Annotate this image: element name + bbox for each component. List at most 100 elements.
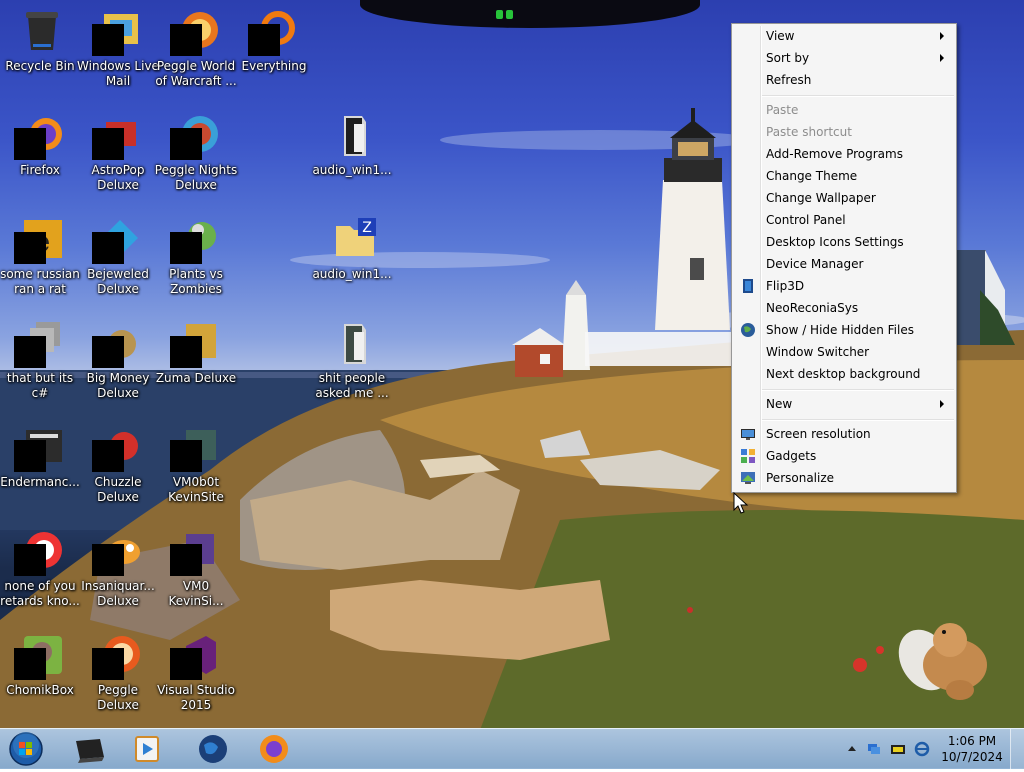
battery-icon[interactable] <box>890 741 906 757</box>
desktop-icon-shit-people-folder[interactable]: shit people asked me ... <box>312 314 392 414</box>
redacted-block <box>170 128 202 160</box>
desktop-icon-recycle-bin[interactable]: Recycle Bin <box>0 2 80 102</box>
menu-item-label: New <box>766 397 793 411</box>
desktop-icon-astropop[interactable]: AstroPop Deluxe <box>78 106 158 206</box>
desktop-icon-endermanc[interactable]: Endermanc... <box>0 418 80 518</box>
icon-label: AstroPop Deluxe <box>91 163 145 192</box>
network-icon[interactable] <box>866 741 882 757</box>
desktop-icon-visual-studio[interactable]: Visual Studio 2015 <box>156 626 236 726</box>
menu-item-window-switcher[interactable]: Window Switcher <box>734 341 954 363</box>
menu-item-neoreconiasys[interactable]: NeoReconiaSys <box>734 297 954 319</box>
desktop-icon-bejeweled[interactable]: Bejeweled Deluxe <box>78 210 158 310</box>
desktop-icon-none-of-you[interactable]: none of you retards kno... <box>0 522 80 622</box>
submenu-arrow-icon <box>940 400 944 408</box>
desktop-icon-chomikbox[interactable]: ChomikBox <box>0 626 80 726</box>
menu-item-gadgets[interactable]: Gadgets <box>734 445 954 467</box>
submenu-arrow-icon <box>940 54 944 62</box>
icon-label: Everything <box>241 59 307 73</box>
desktop-icon-peggle-wow[interactable]: Peggle World of Warcraft ... <box>155 2 237 102</box>
menu-item-change-theme[interactable]: Change Theme <box>734 165 954 187</box>
icon-label: Peggle Deluxe <box>97 683 139 712</box>
desktop-icon-peggle-nights[interactable]: Peggle Nights Deluxe <box>154 106 238 206</box>
redacted-block <box>170 440 202 472</box>
redacted-block <box>170 232 202 264</box>
taskbar-app-media-player[interactable] <box>124 731 170 767</box>
menu-item-label: Personalize <box>766 471 835 485</box>
desktop-icon-big-money[interactable]: Big Money Deluxe <box>78 314 158 414</box>
icon-label: Peggle Nights Deluxe <box>154 163 238 192</box>
menu-item-control-panel[interactable]: Control Panel <box>734 209 954 231</box>
desktop-icon-audio-win1-folder[interactable]: audio_win1... <box>312 106 392 206</box>
redacted-block <box>92 24 124 56</box>
menu-item-next-desktop-background[interactable]: Next desktop background <box>734 363 954 385</box>
icon-label: Bejeweled Deluxe <box>87 267 149 296</box>
icon-label: ChomikBox <box>6 683 74 697</box>
menu-item-label: Change Theme <box>766 169 858 183</box>
taskbar: 1:06 PM 10/7/2024 <box>0 728 1024 769</box>
clock-date[interactable]: 10/7/2024 <box>940 750 1004 764</box>
menu-item-paste-shortcut: Paste shortcut <box>734 121 954 143</box>
menu-item-view[interactable]: View <box>734 25 954 47</box>
redacted-block <box>14 232 46 264</box>
desktop-icon-vm0-kevinsite[interactable]: VM0 KevinSi... <box>156 522 236 622</box>
menu-item-sort-by[interactable]: Sort by <box>734 47 954 69</box>
menu-item-personalize[interactable]: Personalize <box>734 467 954 489</box>
menu-item-label: Device Manager <box>766 257 864 271</box>
redacted-block <box>170 336 202 368</box>
firefox-icon <box>260 735 288 763</box>
menu-item-label: Control Panel <box>766 213 846 227</box>
menu-item-label: View <box>766 29 795 43</box>
desktop-icon-plants-vs-zombies[interactable]: Plants vs Zombies <box>156 210 236 310</box>
desktop-icon-vm0b0t[interactable]: VM0b0t KevinSite <box>156 418 236 518</box>
ie-icon[interactable] <box>914 741 930 757</box>
menu-item-label: Sort by <box>766 51 810 65</box>
redacted-block <box>92 544 124 576</box>
menu-item-device-manager[interactable]: Device Manager <box>734 253 954 275</box>
redacted-block <box>14 544 46 576</box>
icon-label: Endermanc... <box>0 475 80 489</box>
desktop-icon-windows-live-mail[interactable]: Windows Live Mail <box>77 2 159 102</box>
taskbar-app-notebook[interactable] <box>66 731 112 767</box>
menu-item-screen-resolution[interactable]: Screen resolution <box>734 423 954 445</box>
desktop-icon-zuma[interactable]: Zuma Deluxe <box>156 314 236 414</box>
menu-item-label: Next desktop background <box>766 367 921 381</box>
redacted-block <box>14 128 46 160</box>
gadgets-icon <box>741 449 755 463</box>
desktop-icon-that-but-its-c[interactable]: that but its c# <box>0 314 80 414</box>
mouse-cursor-icon <box>733 492 749 514</box>
menu-item-label: Screen resolution <box>766 427 871 441</box>
icon-label: VM0b0t KevinSite <box>168 475 224 504</box>
desktop-icon-some-russian[interactable]: e some russian ran a rat <box>0 210 80 310</box>
menu-item-show-hide-hidden-files[interactable]: Show / Hide Hidden Files <box>734 319 954 341</box>
desktop-icon-peggle-deluxe[interactable]: Peggle Deluxe <box>78 626 158 726</box>
menu-item-refresh[interactable]: Refresh <box>734 69 954 91</box>
submenu-arrow-icon <box>940 32 944 40</box>
redacted-block <box>170 24 202 56</box>
menu-item-label: Window Switcher <box>766 345 870 359</box>
start-button[interactable] <box>4 730 44 768</box>
redacted-block <box>92 336 124 368</box>
redacted-block <box>170 544 202 576</box>
icon-label: audio_win1... <box>312 267 392 281</box>
menu-separator <box>762 419 954 421</box>
icon-label: Zuma Deluxe <box>155 371 237 385</box>
desktop-icon-chuzzle[interactable]: Chuzzle Deluxe <box>78 418 158 518</box>
redacted-block <box>92 128 124 160</box>
menu-item-add-remove-programs[interactable]: Add-Remove Programs <box>734 143 954 165</box>
menu-item-change-wallpaper[interactable]: Change Wallpaper <box>734 187 954 209</box>
media-player-icon <box>135 736 159 762</box>
menu-item-flip3d[interactable]: Flip3D <box>734 275 954 297</box>
desktop-icon-everything[interactable]: Everything <box>234 2 314 102</box>
menu-item-new[interactable]: New <box>734 393 954 415</box>
desktop-icon-insaniquarium[interactable]: Insaniquar... Deluxe <box>78 522 158 622</box>
globe-icon <box>741 323 755 337</box>
show-hidden-icons-icon[interactable] <box>844 741 860 757</box>
menu-item-desktop-icons-settings[interactable]: Desktop Icons Settings <box>734 231 954 253</box>
desktop-icon-firefox[interactable]: Firefox <box>0 106 80 206</box>
clock-time[interactable]: 1:06 PM <box>940 734 1004 749</box>
menu-item-label: Paste <box>766 103 799 117</box>
taskbar-app-firefox[interactable] <box>250 731 296 767</box>
taskbar-app-globe[interactable] <box>190 731 236 767</box>
desktop-icon-audio-win1-zip[interactable]: Z audio_win1... <box>312 210 392 310</box>
show-desktop-button[interactable] <box>1010 729 1024 769</box>
